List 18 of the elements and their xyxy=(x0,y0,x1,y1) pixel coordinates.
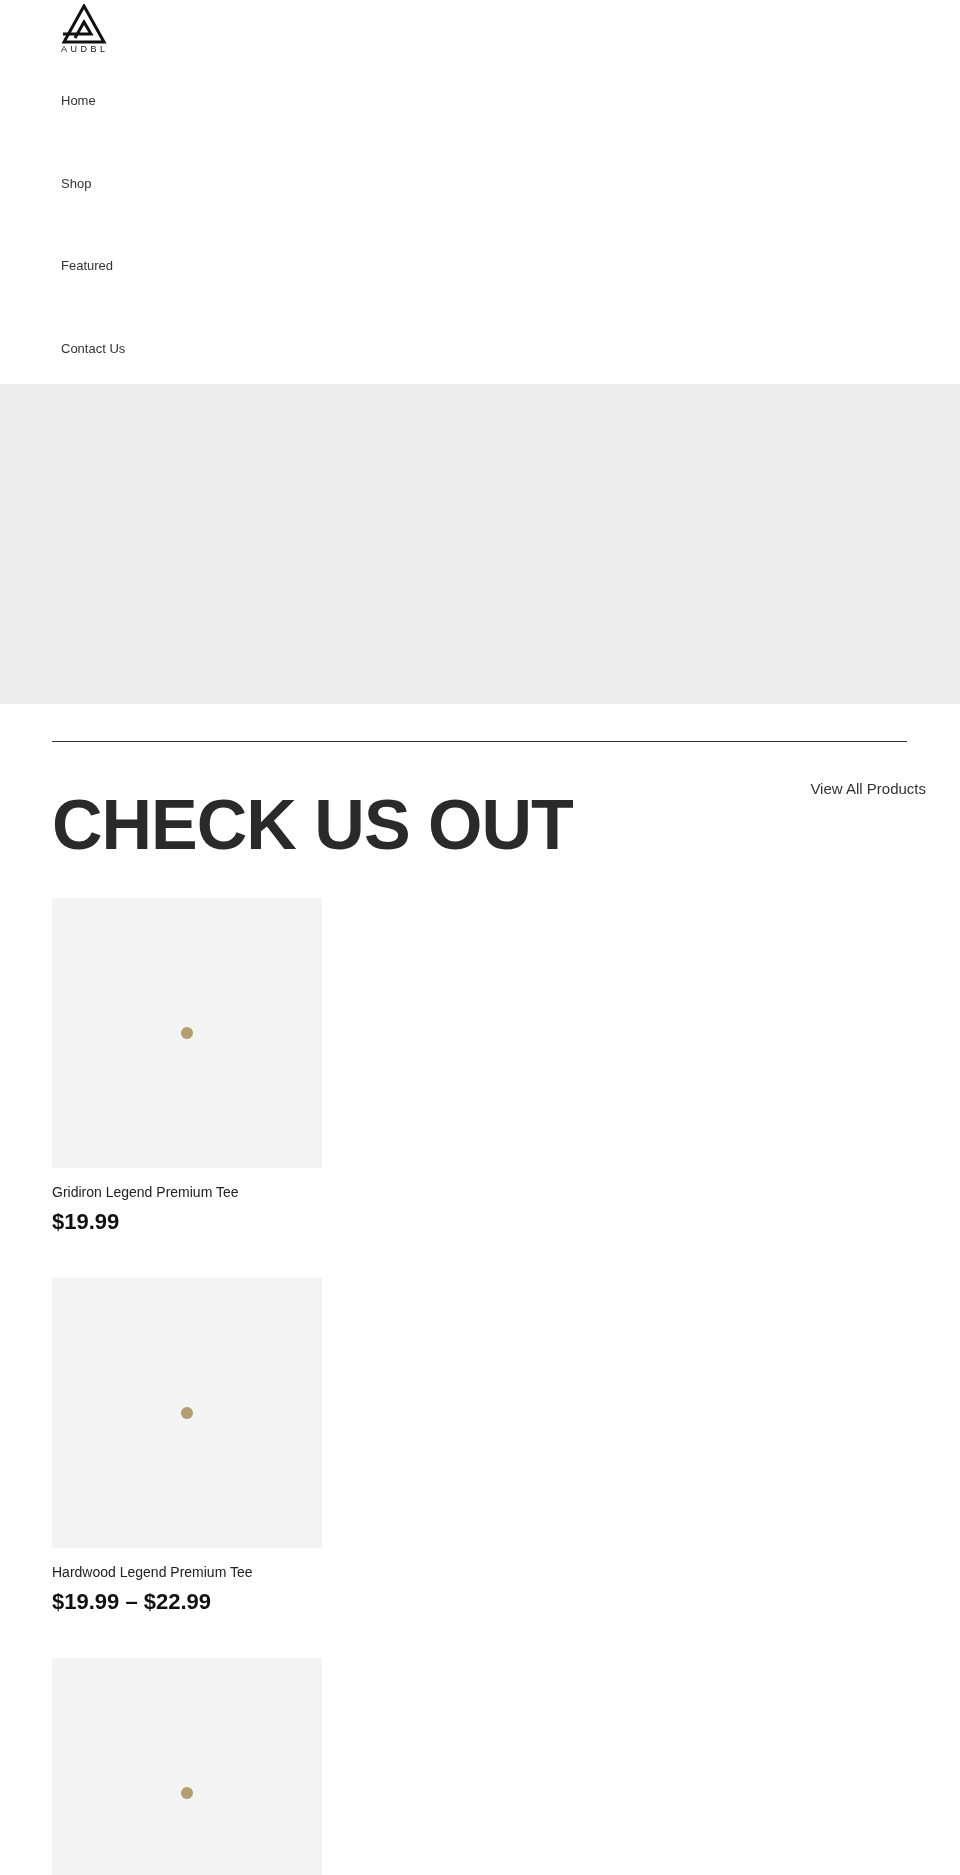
section-title: CHECK US OUT xyxy=(52,790,573,860)
product-name[interactable]: Gridiron Legend Premium Tee xyxy=(52,1182,322,1203)
nav-link[interactable]: Home xyxy=(61,60,960,143)
product-name[interactable]: Hardwood Legend Premium Tee xyxy=(52,1562,322,1583)
logo[interactable]: AUDBL xyxy=(61,0,111,54)
nav-link[interactable]: Contact Us xyxy=(61,307,960,390)
product-price: $19.99 xyxy=(52,1208,121,1236)
loading-dot-icon xyxy=(181,1407,193,1419)
product-price: $19.99 – $22.99 xyxy=(52,1588,213,1616)
loading-dot-icon xyxy=(181,1787,193,1799)
loading-dot-icon xyxy=(181,1027,193,1039)
product-image[interactable] xyxy=(52,898,322,1168)
product-image[interactable] xyxy=(52,1278,322,1548)
product-image[interactable] xyxy=(52,1658,322,1875)
nav-link[interactable]: Shop xyxy=(61,142,960,225)
triangle-logo-icon xyxy=(61,4,107,44)
nav-link[interactable]: Featured xyxy=(61,225,960,308)
view-all-link[interactable]: View All Products xyxy=(810,778,926,801)
